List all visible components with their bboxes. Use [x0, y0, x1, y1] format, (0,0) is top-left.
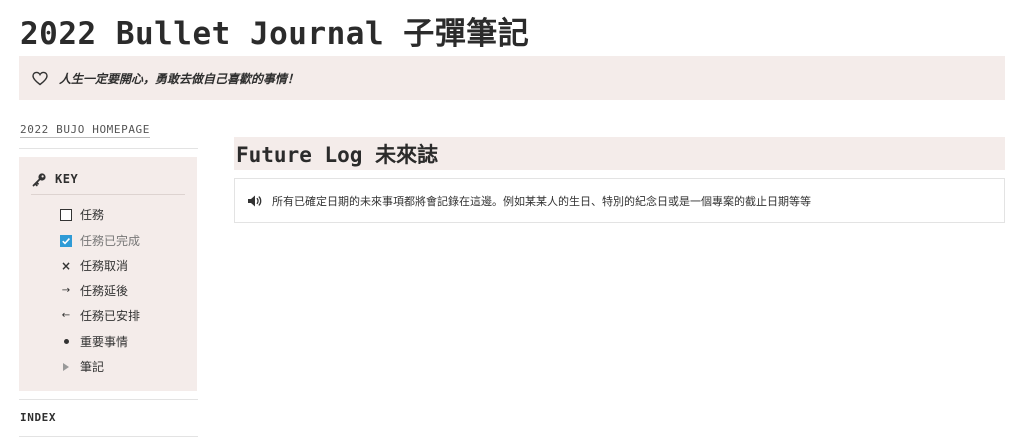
sidebar-divider [19, 399, 198, 400]
key-item-label: 任務已安排 [80, 309, 141, 323]
sidebar-divider [19, 436, 198, 437]
key-item-label: 筆記 [80, 360, 105, 374]
index-label[interactable]: INDEX [20, 411, 56, 424]
sidebar-divider [19, 148, 198, 149]
key-item-task-done: 任務已完成 [59, 232, 140, 249]
key-label: KEY [55, 172, 79, 186]
key-divider [31, 194, 185, 195]
future-log-info: 所有已確定日期的未來事項都將會記錄在這邊。例如某某人的生日、特別的紀念日或是一個… [234, 178, 1005, 223]
heart-outline-icon [31, 69, 49, 87]
callout-text: 人生一定要開心，勇敢去做自己喜歡的事情！ [59, 71, 300, 86]
triangle-right-icon [59, 360, 73, 374]
motto-callout: 人生一定要開心，勇敢去做自己喜歡的事情！ [19, 56, 1005, 100]
key-item-label: 任務已完成 [80, 234, 141, 248]
key-item-label: 任務 [80, 208, 105, 222]
key-item-task-postponed: → 任務延後 [59, 282, 128, 299]
future-log-heading: Future Log 未來誌 [234, 137, 1005, 170]
info-text: 所有已確定日期的未來事項都將會記錄在這邊。例如某某人的生日、特別的紀念日或是一個… [272, 194, 811, 208]
bullet-dot-icon [59, 335, 73, 349]
key-item-task: 任務 [59, 206, 104, 223]
arrow-left-icon: ← [61, 310, 71, 321]
key-item-important: 重要事情 [59, 333, 128, 350]
key-item-label: 重要事情 [80, 335, 129, 349]
key-icon [31, 171, 47, 187]
checkbox-checked-icon [59, 234, 73, 248]
key-item-task-scheduled: ← 任務已安排 [59, 307, 140, 324]
bujo-homepage-link[interactable]: 2022 BUJO HOMEPAGE [20, 123, 151, 138]
section-title: Future Log 未來誌 [236, 142, 439, 167]
key-panel: KEY 任務 任務已完成 × 任務取消 → 任務延後 ← 任務已安排 重要事情 … [19, 157, 197, 391]
cross-icon: × [60, 258, 72, 273]
key-item-label: 任務延後 [80, 284, 129, 298]
page-title: 2022 Bullet Journal 子彈筆記 [20, 16, 530, 52]
key-item-label: 任務取消 [80, 259, 129, 273]
key-item-task-cancelled: × 任務取消 [59, 257, 128, 274]
arrow-right-icon: → [61, 285, 71, 296]
key-header: KEY [31, 171, 78, 187]
checkbox-empty-icon [59, 208, 73, 222]
speaker-icon [247, 193, 263, 209]
key-item-note: 筆記 [59, 358, 104, 375]
